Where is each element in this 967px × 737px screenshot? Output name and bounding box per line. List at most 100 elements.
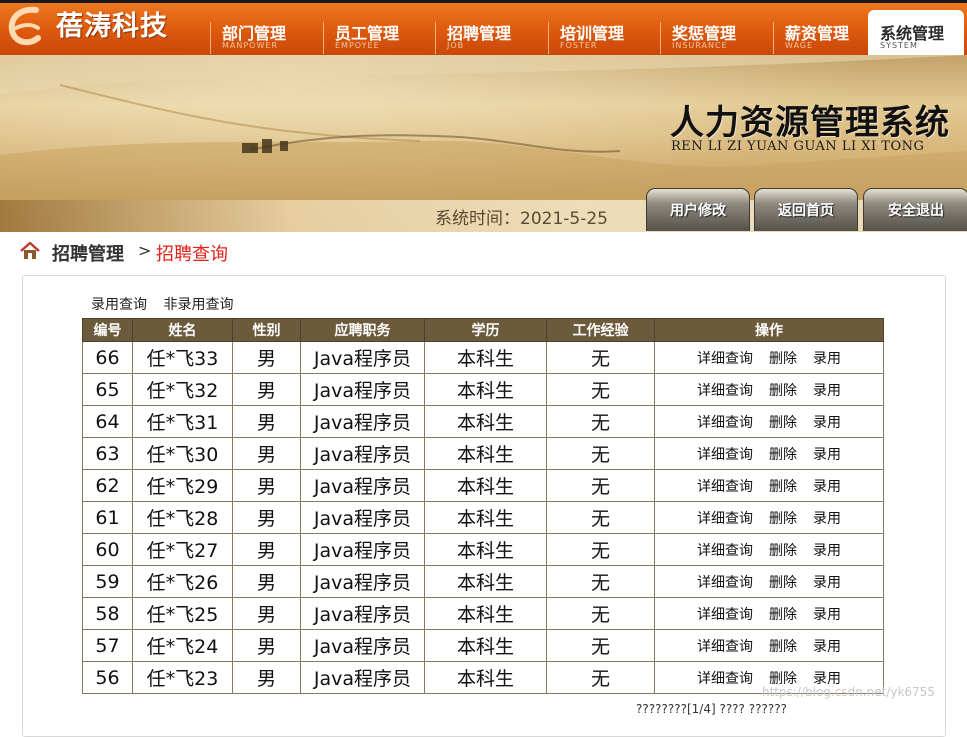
- hire-link[interactable]: 录用: [813, 383, 841, 399]
- cell-education: 本科生: [424, 565, 547, 598]
- nav-separator: [323, 22, 324, 54]
- cell-id: 60: [82, 533, 133, 566]
- detail-link[interactable]: 详细查询: [697, 575, 753, 591]
- system-title: 人力资源管理系统: [670, 103, 950, 143]
- cell-education: 本科生: [424, 469, 547, 502]
- watermark: https://blog.csdn.net/yk6755: [762, 685, 935, 699]
- nav-item-system[interactable]: 系统管理 SYSTEM: [868, 10, 964, 55]
- cell-actions: 详细查询 删除 录用: [654, 373, 884, 406]
- cell-actions: 详细查询 删除 录用: [654, 629, 884, 662]
- cell-position: Java程序员: [300, 341, 425, 374]
- logo-text: 蓓涛科技: [56, 11, 168, 42]
- table-body: 66 任*飞33 男 Java程序员 本科生无详细查询 删除 录用 65 任*飞32 男 Java程…: [82, 341, 884, 694]
- cell-position: Java程序员: [300, 437, 425, 470]
- hired-query-link[interactable]: 录用查询: [91, 297, 147, 313]
- table-row: 65 任*飞32 男 Java程序员 本科生无详细查询 删除 录用: [82, 373, 884, 406]
- delete-link[interactable]: 删除: [769, 639, 797, 655]
- detail-link[interactable]: 详细查询: [697, 639, 753, 655]
- hire-link[interactable]: 录用: [813, 607, 841, 623]
- cell-position: Java程序员: [300, 597, 425, 630]
- detail-link[interactable]: 详细查询: [697, 447, 753, 463]
- delete-link[interactable]: 删除: [769, 479, 797, 495]
- cell-name: 任*飞28: [132, 501, 233, 534]
- hire-link[interactable]: 录用: [813, 351, 841, 367]
- query-filters: 录用查询 非录用查询: [91, 294, 245, 314]
- cell-actions: 详细查询 删除 录用: [654, 597, 884, 630]
- breadcrumb-separator: >: [138, 241, 152, 260]
- nav-item-sublabel: EMPOYEE: [335, 41, 380, 50]
- detail-link[interactable]: 详细查询: [697, 511, 753, 527]
- nav-item-training[interactable]: 培训管理 FOSTER: [548, 14, 658, 54]
- top-nav-bar: 蓓涛科技 部门管理 MANPOWER 员工管理 EMPOYEE 招聘管理 JOB…: [0, 0, 967, 55]
- cell-name: 任*飞25: [132, 597, 233, 630]
- delete-link[interactable]: 删除: [769, 351, 797, 367]
- detail-link[interactable]: 详细查询: [697, 543, 753, 559]
- hire-link[interactable]: 录用: [813, 511, 841, 527]
- nav-separator: [548, 22, 549, 54]
- nav-item-recruitment[interactable]: 招聘管理 JOB: [435, 14, 545, 54]
- system-title-pinyin: REN LI ZI YUAN GUAN LI XI TONG: [671, 139, 925, 154]
- user-edit-button[interactable]: 用户修改: [646, 188, 750, 231]
- hire-link[interactable]: 录用: [813, 415, 841, 431]
- hire-link[interactable]: 录用: [813, 479, 841, 495]
- column-header-name: 姓名: [132, 318, 233, 342]
- cell-actions: 详细查询 删除 录用: [654, 341, 884, 374]
- hire-link[interactable]: 录用: [813, 447, 841, 463]
- detail-link[interactable]: 详细查询: [697, 383, 753, 399]
- logo-icon: [8, 6, 41, 46]
- cell-gender: 男: [232, 373, 301, 406]
- hire-link[interactable]: 录用: [813, 639, 841, 655]
- delete-link[interactable]: 删除: [769, 607, 797, 623]
- cell-name: 任*飞24: [132, 629, 233, 662]
- not-hired-query-link[interactable]: 非录用查询: [163, 297, 233, 313]
- column-header-position: 应聘职务: [300, 318, 425, 342]
- cell-name: 任*飞27: [132, 533, 233, 566]
- delete-link[interactable]: 删除: [769, 511, 797, 527]
- cell-name: 任*飞30: [132, 437, 233, 470]
- nav-item-salary[interactable]: 薪资管理 WAGE: [773, 14, 883, 54]
- cell-position: Java程序员: [300, 373, 425, 406]
- cell-education: 本科生: [424, 405, 547, 438]
- cell-education: 本科生: [424, 341, 547, 374]
- cell-gender: 男: [232, 437, 301, 470]
- cell-actions: 详细查询 删除 录用: [654, 469, 884, 502]
- nav-item-sublabel: INSURANCE: [672, 41, 728, 50]
- breadcrumb-section[interactable]: 招聘管理: [52, 240, 124, 266]
- nav-separator: [773, 22, 774, 54]
- cell-actions: 详细查询 删除 录用: [654, 565, 884, 598]
- detail-link[interactable]: 详细查询: [697, 607, 753, 623]
- nav-item-sublabel: WAGE: [785, 41, 814, 50]
- cell-education: 本科生: [424, 629, 547, 662]
- logout-button[interactable]: 安全退出: [863, 188, 967, 231]
- hire-link[interactable]: 录用: [813, 575, 841, 591]
- column-header-actions: 操作: [654, 318, 884, 342]
- cell-id: 66: [82, 341, 133, 374]
- detail-link[interactable]: 详细查询: [697, 415, 753, 431]
- delete-link[interactable]: 删除: [769, 415, 797, 431]
- cell-actions: 详细查询 删除 录用: [654, 405, 884, 438]
- delete-link[interactable]: 删除: [769, 383, 797, 399]
- home-icon[interactable]: [20, 242, 40, 260]
- cell-experience: 无: [546, 501, 655, 534]
- cell-gender: 男: [232, 629, 301, 662]
- cell-gender: 男: [232, 469, 301, 502]
- cell-actions: 详细查询 删除 录用: [654, 501, 884, 534]
- cell-name: 任*飞29: [132, 469, 233, 502]
- nav-item-department[interactable]: 部门管理 MANPOWER: [210, 14, 320, 54]
- detail-link[interactable]: 详细查询: [697, 351, 753, 367]
- nav-item-rewards[interactable]: 奖惩管理 INSURANCE: [660, 14, 770, 54]
- cell-name: 任*飞26: [132, 565, 233, 598]
- delete-link[interactable]: 删除: [769, 575, 797, 591]
- cell-gender: 男: [232, 405, 301, 438]
- detail-link[interactable]: 详细查询: [697, 671, 753, 687]
- cell-gender: 男: [232, 661, 301, 694]
- nav-item-sublabel: FOSTER: [560, 41, 598, 50]
- nav-item-employee[interactable]: 员工管理 EMPOYEE: [323, 14, 433, 54]
- system-time: 系统时间：2021-5-25: [435, 209, 608, 229]
- return-home-button[interactable]: 返回首页: [754, 188, 858, 231]
- hire-link[interactable]: 录用: [813, 543, 841, 559]
- delete-link[interactable]: 删除: [769, 543, 797, 559]
- delete-link[interactable]: 删除: [769, 447, 797, 463]
- cell-id: 65: [82, 373, 133, 406]
- detail-link[interactable]: 详细查询: [697, 479, 753, 495]
